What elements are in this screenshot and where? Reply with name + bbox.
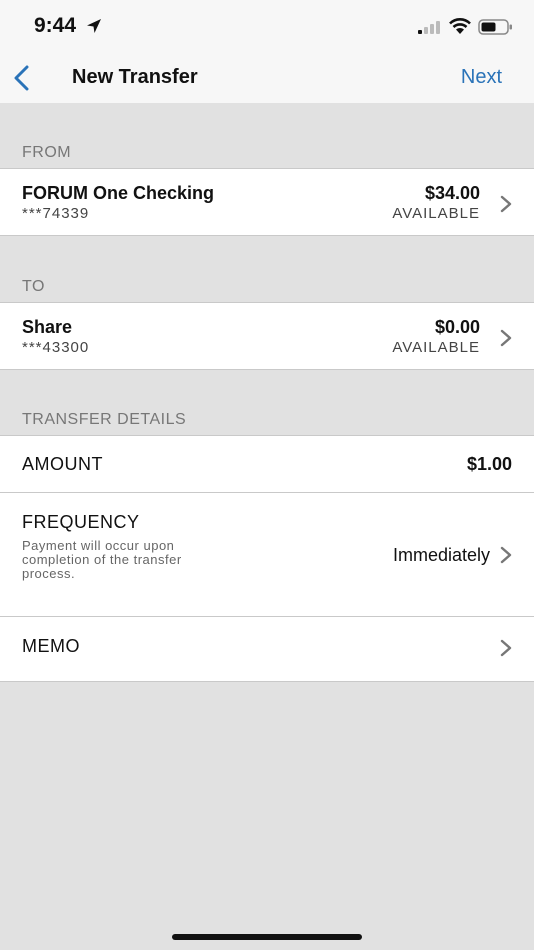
home-indicator[interactable] — [172, 934, 362, 940]
from-account-balance: $34.00 — [424, 183, 480, 203]
location-arrow-icon — [87, 19, 101, 33]
chevron-right-icon — [500, 195, 512, 213]
frequency-row[interactable]: FREQUENCY Payment will occur upon comple… — [0, 492, 534, 617]
from-account-name: FORUM One Checking — [22, 183, 215, 203]
amount-row[interactable]: AMOUNT $1.00 — [0, 435, 534, 493]
amount-label: AMOUNT — [22, 454, 103, 474]
memo-label: MEMO — [22, 636, 80, 656]
chevron-left-icon[interactable] — [12, 65, 32, 91]
to-account-balance: $0.00 — [434, 317, 480, 337]
to-account-row[interactable]: Share ***43300 $0.00 AVAILABLE — [0, 302, 534, 370]
chevron-right-icon — [500, 329, 512, 347]
frequency-label: FREQUENCY — [22, 512, 140, 532]
from-available-label: AVAILABLE — [392, 205, 480, 222]
to-section-header: TO — [22, 278, 45, 295]
from-section-header: FROM — [22, 144, 72, 161]
to-account-name: Share — [22, 317, 73, 337]
frequency-description: Payment will occur upon completion of th… — [22, 538, 182, 581]
chevron-right-icon — [500, 546, 512, 564]
battery-icon — [478, 19, 512, 35]
memo-row[interactable]: MEMO — [0, 616, 534, 682]
wifi-icon — [449, 18, 471, 34]
to-available-label: AVAILABLE — [392, 339, 480, 356]
transfer-details-header: TRANSFER DETAILS — [22, 411, 187, 428]
frequency-value: Immediately — [392, 545, 490, 565]
page-title: New Transfer — [72, 66, 198, 88]
to-account-number: ***43300 — [22, 339, 90, 356]
amount-value: $1.00 — [466, 454, 512, 474]
chevron-right-icon — [500, 639, 512, 657]
signal-icon — [418, 21, 440, 34]
from-account-row[interactable]: FORUM One Checking ***74339 $34.00 AVAIL… — [0, 168, 534, 236]
from-account-number: ***74339 — [22, 205, 90, 222]
status-bar: 9:44 — [0, 0, 534, 52]
nav-bar: New Transfer Next — [0, 52, 534, 103]
status-time: 9:44 — [34, 14, 77, 37]
next-button[interactable]: Next — [461, 66, 502, 89]
